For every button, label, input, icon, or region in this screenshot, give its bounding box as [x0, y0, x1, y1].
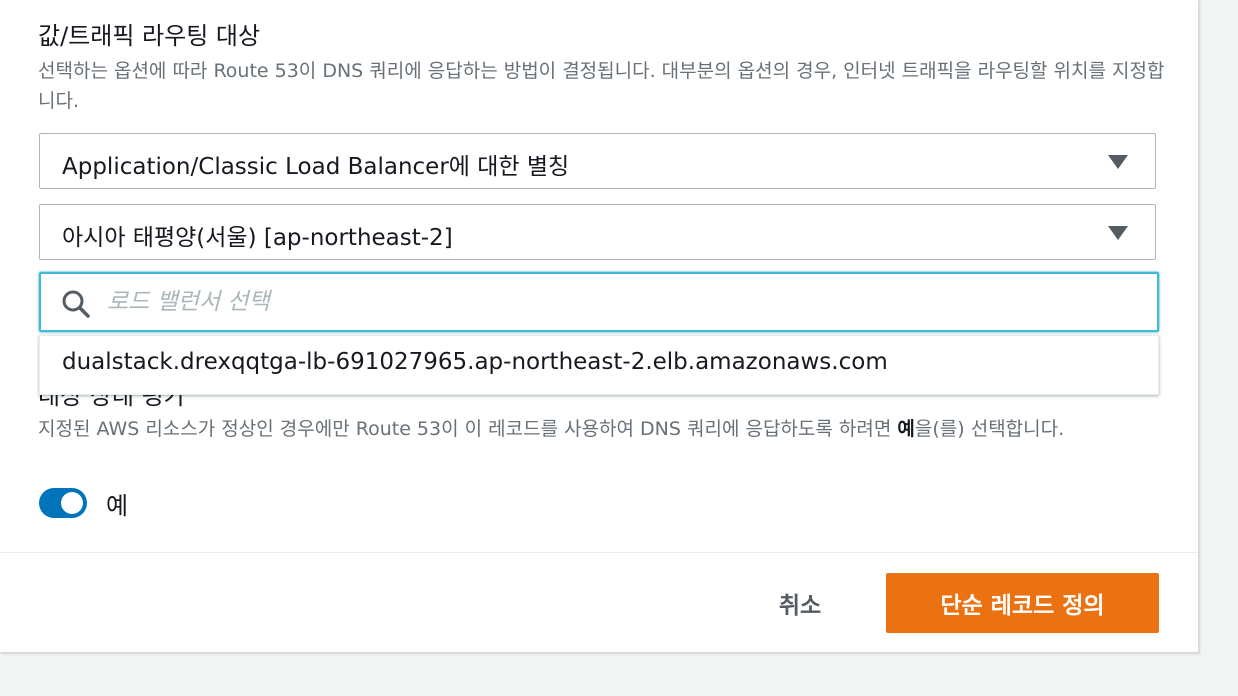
- cancel-button[interactable]: 취소: [752, 574, 848, 632]
- evaluate-health-description: 지정된 AWS 리소스가 정상인 경우에만 Route 53이 이 레코드를 사…: [38, 414, 1168, 444]
- define-simple-record-button[interactable]: 단순 레코드 정의: [886, 573, 1159, 633]
- load-balancer-search-input[interactable]: [107, 283, 1107, 321]
- routing-target-description: 선택하는 옵션에 따라 Route 53이 DNS 쿼리에 응답하는 방법이 결…: [38, 60, 1165, 112]
- toggle-knob: [61, 492, 83, 514]
- load-balancer-option[interactable]: dualstack.drexqqtga-lb-691027965.ap-nort…: [62, 349, 888, 375]
- evaluate-health-description-end: 을(를) 선택합니다.: [914, 418, 1065, 440]
- routing-target-title: 값/트래픽 라우팅 대상: [38, 22, 261, 50]
- load-balancer-options: dualstack.drexqqtga-lb-691027965.ap-nort…: [39, 335, 1159, 395]
- evaluate-health-toggle-label: 예: [106, 492, 129, 520]
- record-form-panel: 값/트래픽 라우팅 대상 선택하는 옵션에 따라 Route 53이 DNS 쿼…: [0, 0, 1199, 653]
- caret-down-icon: [1108, 226, 1128, 240]
- load-balancer-search[interactable]: [39, 272, 1159, 332]
- region-value: 아시아 태평양(서울) [ap-northeast-2]: [62, 225, 453, 251]
- evaluate-health-toggle[interactable]: [39, 488, 87, 518]
- region-select[interactable]: 아시아 태평양(서울) [ap-northeast-2]: [39, 204, 1156, 260]
- search-icon: [62, 290, 90, 318]
- footer-divider: [0, 552, 1198, 553]
- evaluate-health-description-start: 지정된 AWS 리소스가 정상인 경우에만 Route 53이 이 레코드를 사…: [38, 418, 898, 440]
- endpoint-type-value: Application/Classic Load Balancer에 대한 별칭: [62, 154, 570, 180]
- endpoint-type-select[interactable]: Application/Classic Load Balancer에 대한 별칭: [39, 133, 1156, 189]
- evaluate-health-description-yes: 예: [897, 418, 915, 440]
- caret-down-icon: [1108, 155, 1128, 169]
